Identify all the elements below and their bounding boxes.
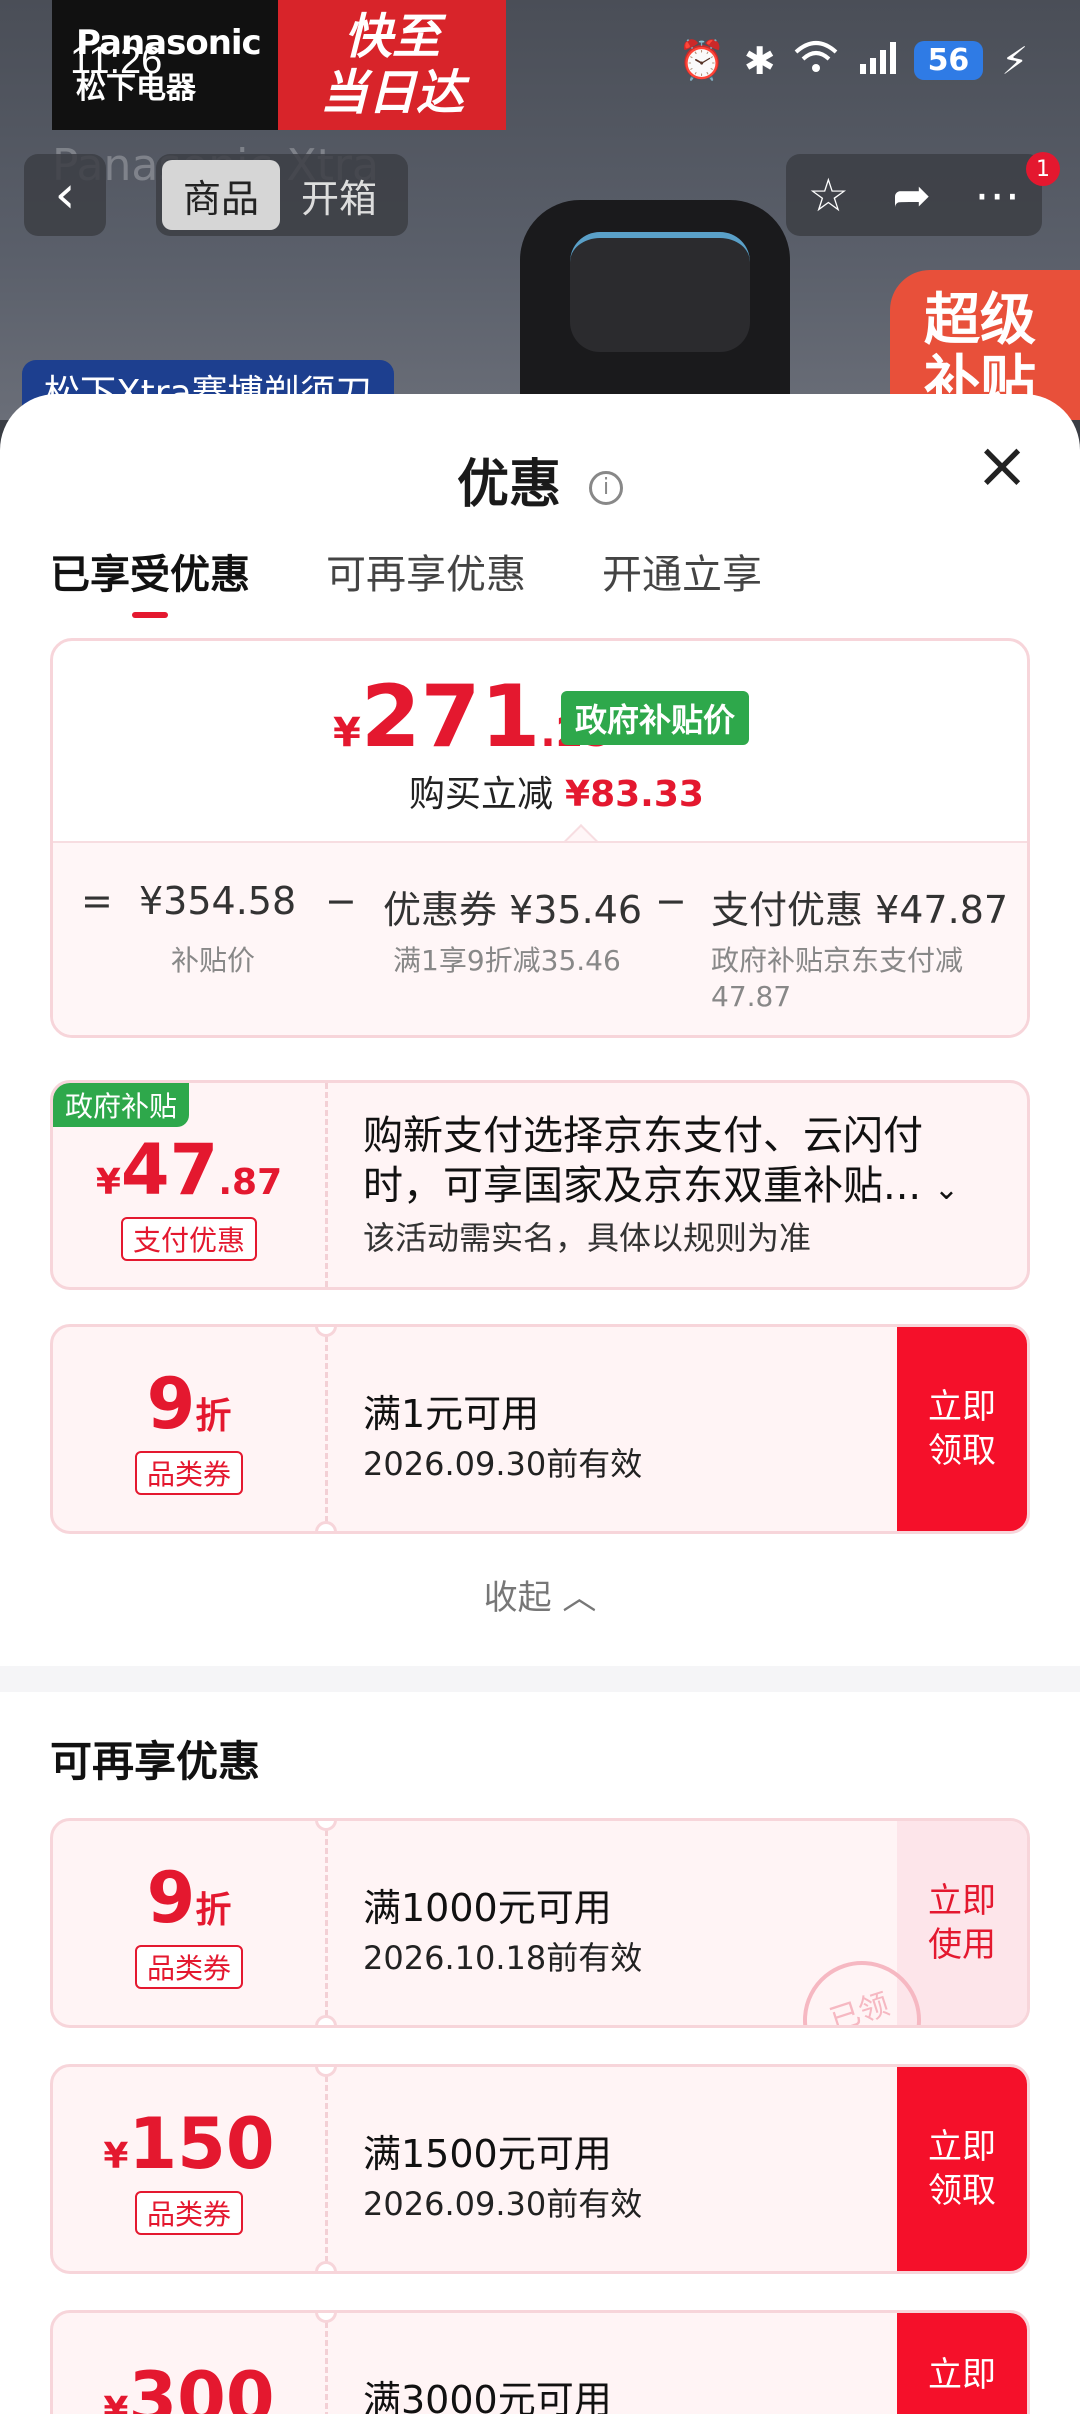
use-coupon-button[interactable]: 立即使用 — [897, 1821, 1027, 2025]
claim-coupon-button[interactable]: 立即 — [897, 2313, 1027, 2414]
chevron-up-icon: ︿ — [562, 1578, 597, 1618]
coupon-type-tag: 支付优惠 — [120, 1217, 257, 1261]
coupon-expiry: 2026.09.30前有效 — [363, 2185, 643, 2223]
subsidy-price-label: 补贴价 — [171, 944, 256, 977]
subsidy-price: ¥354.58 — [139, 879, 297, 923]
tab-enjoyed[interactable]: 已享受优惠 — [50, 542, 250, 618]
coupon-value: 9 折 品类券 — [53, 1821, 325, 2025]
battery-indicator: 56 — [913, 41, 984, 80]
coupon-value: ¥ 150 品类券 — [53, 2067, 325, 2271]
equals-sign: = — [81, 879, 113, 923]
more-discounts-title: 可再享优惠 — [50, 1737, 261, 1786]
collapse-button[interactable]: 收起 ︿ — [0, 1570, 1080, 1619]
claim-coupon-button[interactable]: 立即领取 — [897, 2067, 1027, 2271]
instant-reduction: 购买立减 ¥83.33 — [409, 774, 704, 815]
status-time: 11:26 — [70, 40, 163, 82]
tab-open-enjoy[interactable]: 开通立享 — [602, 542, 762, 618]
payment-subsidy-card[interactable]: 政府补贴 ¥ 47 .87 支付优惠 购新支付选择京东支付、云闪付时，可享国家及… — [50, 1080, 1030, 1290]
coupon-type-tag: 品类券 — [134, 2191, 243, 2235]
coupon-value: ¥ 300 — [103, 2357, 275, 2414]
top-actions: ☆ ➦ ⋯ — [786, 154, 1042, 236]
notification-badge: 1 — [1026, 152, 1060, 186]
coupon-condition: 满1500元可用 — [363, 2132, 612, 2176]
coupon-condition: 满3000元可用 — [363, 2378, 612, 2414]
coupon-expiry: 2026.09.30前有效 — [363, 1445, 643, 1483]
discount-tabs: 已享受优惠 可再享优惠 开通立享 — [50, 542, 762, 618]
share-icon[interactable]: ➦ — [892, 168, 931, 222]
alarm-icon: ⏰ — [678, 38, 726, 82]
wifi-icon — [794, 39, 838, 83]
status-bar: 11:26 ⏰ ✱ 56 ⚡ — [0, 0, 1080, 124]
chevron-down-icon: ⌄ — [933, 1172, 960, 1207]
coupon-type-tag: 品类券 — [134, 1451, 243, 1495]
coupon-card: 9 折 品类券 满1000元可用 2026.10.18前有效 立即使用 已领 — [50, 1818, 1030, 2028]
coupon-card: ¥ 150 品类券 满1500元可用 2026.09.30前有效 立即领取 — [50, 2064, 1030, 2274]
coupon-condition: 满1000元可用 — [363, 1886, 612, 1930]
info-icon[interactable]: i — [589, 471, 624, 505]
discount-sheet: 优惠 i × 已享受优惠 可再享优惠 开通立享 ¥ 271 .25 政府补贴价 … — [0, 394, 1080, 2414]
payment-discount: 支付优惠 ¥47.87 — [711, 888, 1009, 932]
coupon-value: 9 折 品类券 — [53, 1327, 325, 1531]
coupon-type-tag: 品类券 — [134, 1945, 243, 1989]
product-image-head — [570, 232, 750, 352]
back-button[interactable]: ‹ — [24, 154, 106, 236]
gov-subsidy-price-badge: 政府补贴价 — [561, 691, 750, 745]
price-breakdown: = ¥354.58 补贴价 − 优惠券 ¥35.46 满1享9折减35.46 −… — [53, 841, 1027, 1035]
more-icon[interactable]: ⋯ — [974, 168, 1020, 222]
coupon-card: 9 折 品类券 满1元可用 2026.09.30前有效 立即领取 — [50, 1324, 1030, 1534]
signal-5g-icon — [856, 39, 896, 83]
tab-unbox[interactable]: 开箱 — [280, 160, 398, 230]
coupon-condition: 满1元可用 — [363, 1392, 540, 1436]
section-divider — [0, 1666, 1080, 1692]
sheet-title: 优惠 i — [0, 442, 1080, 517]
coupon-discount-note: 满1享9折减35.46 — [393, 944, 621, 977]
coupon-expiry: 2026.10.18前有效 — [363, 1939, 643, 1977]
coupon-discount: 优惠券 ¥35.46 — [383, 888, 643, 932]
coupon-card: ¥ 300 满3000元可用 立即 — [50, 2310, 1030, 2414]
chevron-left-icon: ‹ — [54, 165, 76, 225]
charging-icon: ⚡ — [1001, 38, 1028, 83]
price-summary-card: ¥ 271 .25 政府补贴价 购买立减¥83.33 = ¥354.58 补贴价… — [50, 638, 1030, 1038]
minus-sign: − — [655, 879, 687, 923]
star-icon[interactable]: ☆ — [808, 168, 849, 222]
claim-coupon-button[interactable]: 立即领取 — [897, 1327, 1027, 1531]
minus-sign: − — [325, 879, 357, 923]
payment-subsidy-description[interactable]: 购新支付选择京东支付、云闪付时，可享国家及京东双重补贴... ⌄ — [363, 1111, 983, 1215]
coupon-value: ¥ 47 .87 支付优惠 — [53, 1083, 325, 1287]
page-tab-switcher: 商品 开箱 — [156, 154, 408, 236]
payment-discount-note: 政府补贴京东支付减47.87 — [711, 944, 964, 1013]
status-icons: ⏰ ✱ 56 ⚡ — [678, 38, 1028, 83]
tab-goods[interactable]: 商品 — [162, 160, 280, 230]
bluetooth-icon: ✱ — [743, 38, 776, 83]
close-button[interactable]: × — [972, 434, 1032, 498]
payment-subsidy-note: 该活动需实名，具体以规则为准 — [363, 1219, 812, 1257]
tab-more-available[interactable]: 可再享优惠 — [326, 542, 526, 618]
